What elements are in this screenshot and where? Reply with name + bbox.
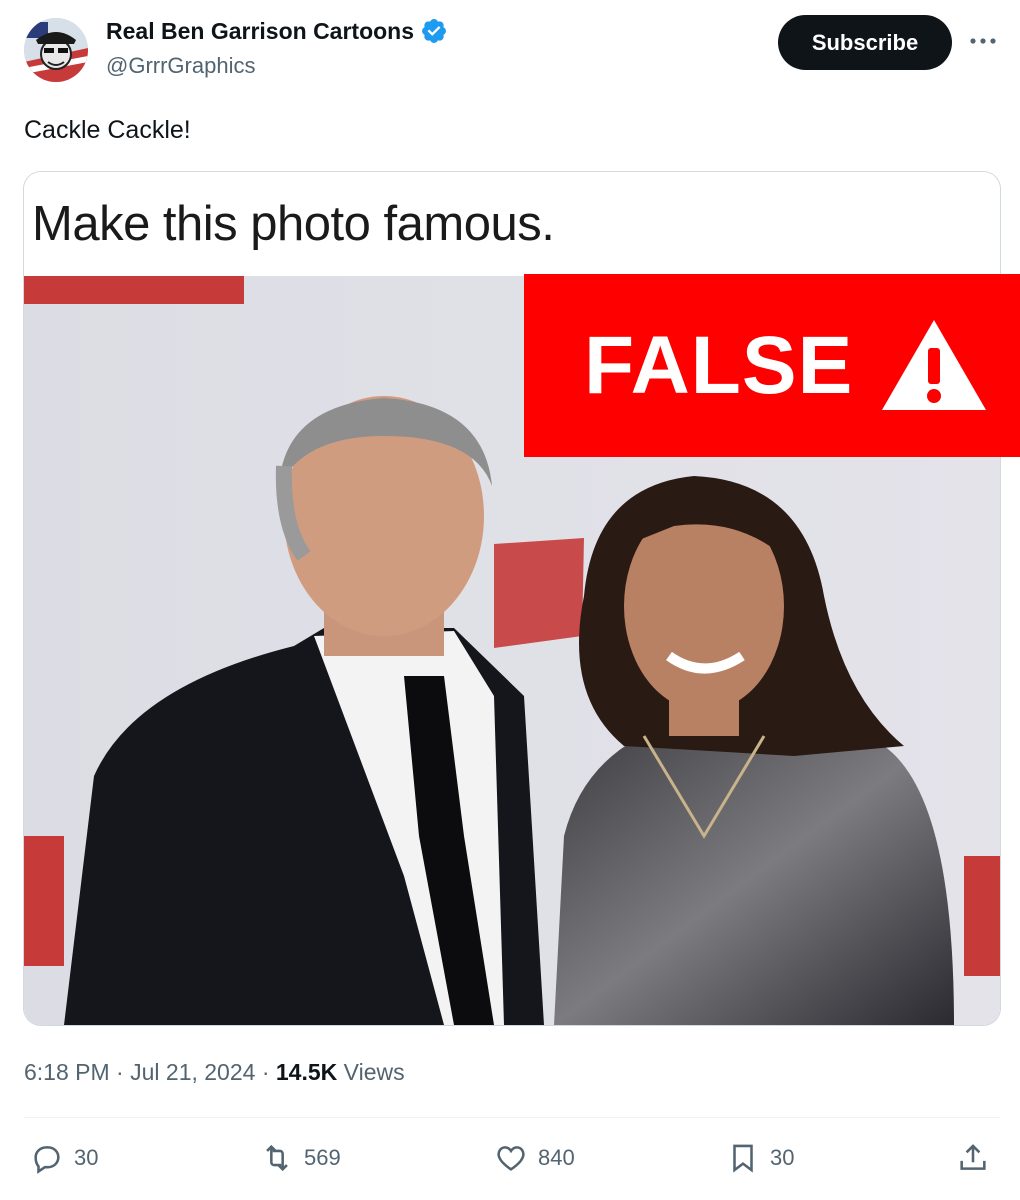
heart-icon [497, 1146, 525, 1171]
display-name[interactable]: Real Ben Garrison Cartoons [106, 16, 414, 46]
user-handle[interactable]: @GrrrGraphics [106, 52, 448, 80]
tweet-text: Cackle Cackle! [24, 116, 191, 144]
meta-separator: · [261, 1059, 276, 1085]
repost-count: 569 [304, 1145, 341, 1170]
like-count: 840 [538, 1145, 575, 1170]
subscribe-button[interactable]: Subscribe [778, 15, 952, 70]
verified-badge-icon [422, 19, 446, 43]
repost-button[interactable]: 569 [260, 1138, 341, 1178]
bookmark-icon [733, 1144, 753, 1173]
avatar[interactable] [24, 18, 88, 82]
tweet-date[interactable]: Jul 21, 2024 [130, 1059, 255, 1085]
false-label: FALSE [584, 320, 854, 411]
caption-band: Make this photo famous. [24, 172, 1000, 276]
views-count: 14.5K [275, 1059, 338, 1085]
reply-button[interactable]: 30 [30, 1138, 98, 1178]
tweet-meta: 6:18 PM · Jul 21, 2024 · 14.5K Views [24, 1056, 405, 1088]
meta-separator: · [116, 1059, 131, 1085]
share-button[interactable] [956, 1138, 990, 1178]
tweet-time[interactable]: 6:18 PM [24, 1059, 110, 1085]
warning-triangle-icon [882, 320, 986, 410]
image-caption: Make this photo famous. [32, 197, 555, 251]
bookmark-button[interactable]: 30 [726, 1138, 794, 1178]
bookmark-count: 30 [770, 1145, 795, 1170]
like-button[interactable]: 840 [494, 1138, 575, 1178]
share-icon [960, 1144, 986, 1170]
false-rating-banner: FALSE [524, 274, 1020, 457]
reply-count: 30 [74, 1145, 99, 1170]
views-label: Views [343, 1059, 405, 1085]
more-options-icon[interactable] [966, 28, 1000, 54]
reply-icon [34, 1146, 60, 1174]
divider [24, 1117, 1000, 1118]
author-block: Real Ben Garrison Cartoons @GrrrGraphics [106, 16, 448, 80]
repost-icon [266, 1144, 288, 1172]
